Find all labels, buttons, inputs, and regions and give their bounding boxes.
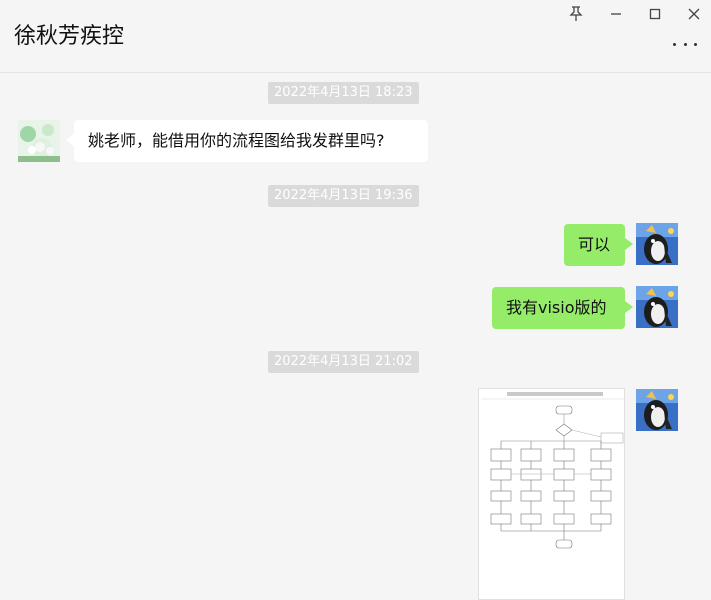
more-options-icon[interactable] — [673, 36, 697, 52]
timestamp: 2022年4月13日 19:36 — [268, 185, 419, 207]
maximize-icon[interactable] — [644, 4, 666, 24]
message-bubble-sent[interactable]: 可以 — [564, 224, 633, 266]
contact-avatar[interactable] — [18, 120, 60, 162]
chat-header: 徐秋芳疾控 — [0, 0, 711, 73]
image-message-flowchart[interactable] — [478, 388, 625, 600]
timestamp: 2022年4月13日 18:23 — [268, 82, 419, 104]
chat-title: 徐秋芳疾控 — [14, 24, 125, 49]
self-avatar[interactable] — [636, 223, 678, 265]
minimize-icon[interactable] — [605, 4, 627, 24]
pin-icon[interactable] — [565, 4, 587, 24]
timestamp: 2022年4月13日 21:02 — [268, 351, 419, 373]
message-bubble-sent[interactable]: 我有visio版的 — [492, 287, 633, 329]
self-avatar[interactable] — [636, 389, 678, 431]
self-avatar[interactable] — [636, 286, 678, 328]
message-bubble-received[interactable]: 姚老师，能借用你的流程图给我发群里吗? — [66, 120, 428, 162]
close-icon[interactable] — [683, 4, 705, 24]
